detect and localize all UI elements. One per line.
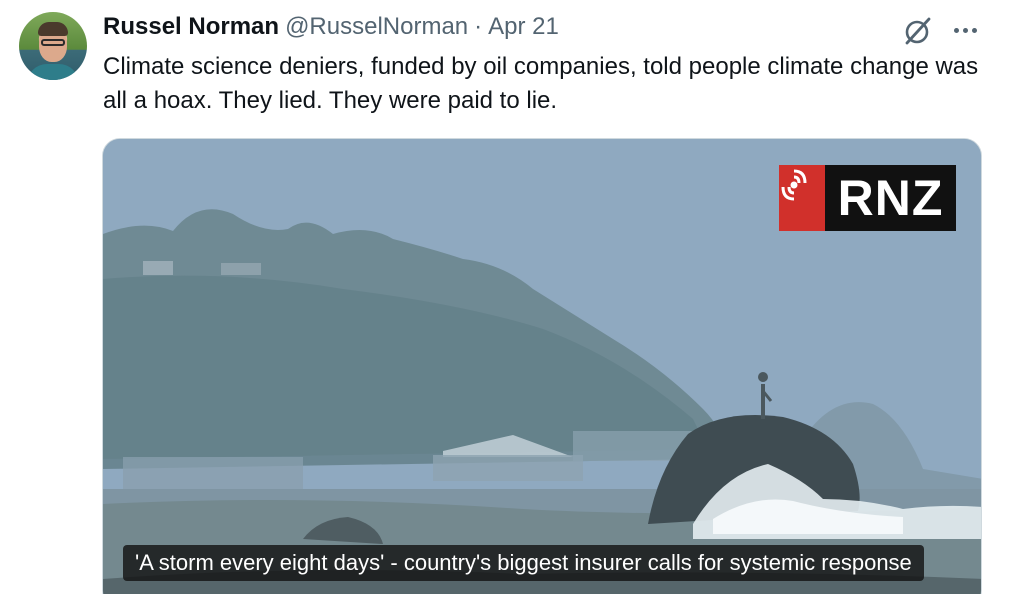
rnz-logo-text: RNZ [825, 165, 956, 231]
tweet-media[interactable]: RNZ 'A storm every eight days' - country… [102, 138, 982, 594]
media-caption: 'A storm every eight days' - country's b… [123, 545, 924, 581]
rnz-logo: RNZ [779, 165, 956, 231]
tweet-text: Climate science deniers, funded by oil c… [103, 53, 979, 114]
author-name[interactable]: Russel Norman [103, 12, 279, 42]
tweet: Russel Norman @RusselNorman · Apr 21 Cli… [0, 0, 1024, 594]
tweet-date[interactable]: Apr 21 [488, 12, 559, 42]
tweet-header: Russel Norman @RusselNorman · Apr 21 [103, 12, 559, 42]
rnz-swirl-icon [779, 165, 825, 231]
author-handle[interactable]: @RusselNorman [285, 12, 468, 42]
more-options-icon[interactable] [948, 15, 982, 45]
grok-icon[interactable] [902, 15, 934, 47]
author-avatar[interactable] [19, 12, 87, 80]
separator-dot: · [474, 13, 483, 40]
